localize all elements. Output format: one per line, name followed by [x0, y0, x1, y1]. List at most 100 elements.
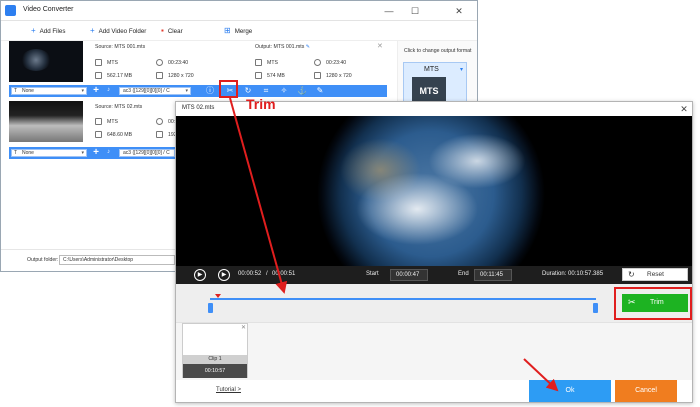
playhead-marker[interactable]: [214, 294, 221, 298]
edit-icon[interactable]: ✎: [314, 85, 326, 97]
format-label: MTS: [424, 66, 439, 73]
subtitle-dropdown[interactable]: T None ▾: [11, 87, 87, 95]
thumbnail-image: [21, 49, 51, 71]
watermark-icon[interactable]: ⚓: [296, 85, 308, 97]
output-format: MTS: [255, 59, 278, 66]
source-format-value: MTS: [107, 118, 118, 125]
output-size-value: 574 MB: [267, 72, 285, 79]
merge-icon: ⊞: [224, 26, 231, 36]
main-toolbar: + Add Files + Add Video Folder ▪ Clear ⊞ Mer…: [1, 22, 477, 41]
clip-name: Clip 1: [183, 355, 247, 364]
output-folder-label: Output folder:: [27, 257, 59, 263]
reset-button[interactable]: ↻ Reset: [622, 268, 688, 281]
annotation-trim-label: Trim: [246, 96, 276, 112]
output-size: 574 MB: [255, 72, 285, 79]
start-time-input[interactable]: 00:00:47: [390, 269, 428, 281]
reset-label: Reset: [647, 271, 664, 278]
clip-duration: 00:10:57: [183, 364, 247, 378]
subtitle-dropdown[interactable]: T None ▾: [11, 149, 87, 157]
source-duration-value: 00:23:40: [168, 59, 189, 66]
minimize-button[interactable]: —: [377, 3, 401, 19]
source-format: MTS: [95, 59, 118, 66]
file-size-icon: [95, 72, 102, 79]
close-button[interactable]: ✕: [447, 3, 471, 19]
plus-icon: +: [31, 26, 36, 36]
audio-icon: ♪: [107, 87, 110, 93]
total-time: 00:00:51: [272, 271, 296, 277]
add-video-folder-button[interactable]: + Add Video Folder: [90, 26, 146, 38]
title-bar: Video Converter — ☐ ✕: [1, 1, 477, 21]
annotation-box-scissors: [219, 80, 238, 98]
clock-icon: [156, 118, 163, 125]
resolution-icon: [156, 72, 163, 79]
file-size-icon: [255, 72, 262, 79]
output-format-value: MTS: [267, 59, 278, 66]
annotation-box-trim: [614, 287, 692, 320]
source-duration: 00:23:40: [156, 59, 188, 66]
effects-icon[interactable]: ✧: [278, 85, 290, 97]
output-folder-input[interactable]: C:\Users\Administrator\Desktop: [59, 255, 175, 265]
add-files-button[interactable]: + Add Files: [31, 26, 65, 38]
output-filename: Output: MTS 001.mts ✎: [255, 44, 310, 50]
source-format-value: MTS: [107, 59, 118, 66]
play-button[interactable]: ▶: [194, 269, 206, 281]
clip-card[interactable]: ✕ Clip 1 00:10:57: [182, 323, 248, 378]
text-icon: T: [14, 150, 18, 156]
earth-video-frame: [316, 116, 546, 266]
chevron-down-icon: ▾: [460, 67, 464, 73]
audio-icon: ♪: [107, 149, 110, 155]
end-time-input[interactable]: 00:11:45: [474, 269, 512, 281]
video-thumbnail[interactable]: [9, 101, 83, 142]
tutorial-link[interactable]: Tutorial >: [216, 387, 241, 393]
audio-track-dropdown[interactable]: ac3 ([129][0][0][0] / C ▾: [119, 87, 191, 95]
play-segment-button[interactable]: ▶: [218, 269, 230, 281]
end-label: End: [458, 271, 469, 277]
source-size: 648.60 MB: [95, 131, 132, 138]
start-label: Start: [366, 271, 379, 277]
output-resolution-value: 1280 x 720: [326, 72, 352, 79]
source-resolution-value: 1280 x 720: [168, 72, 194, 79]
start-handle[interactable]: [208, 303, 213, 313]
edit-toolbar: T None ▾ + ♪ ac3 ([129][0][0][0] / C: [9, 147, 177, 159]
clock-icon: [156, 59, 163, 66]
subtitle-value: None: [22, 88, 34, 94]
maximize-button[interactable]: ☐: [403, 3, 427, 19]
source-size: 562.17 MB: [95, 72, 132, 79]
clock-icon: [314, 59, 321, 66]
end-handle[interactable]: [593, 303, 598, 313]
remove-file-icon[interactable]: ✕: [377, 42, 383, 50]
app-logo-icon: [5, 5, 16, 16]
dialog-footer: Tutorial > Ok Cancel: [176, 380, 692, 402]
merge-button[interactable]: ⊞ Merge: [224, 26, 252, 38]
timeline-track[interactable]: [210, 298, 596, 300]
add-video-folder-label: Add Video Folder: [98, 28, 147, 35]
chevron-down-icon: ▾: [185, 88, 188, 94]
video-thumbnail[interactable]: [9, 41, 83, 82]
source-resolution: 192: [156, 131, 177, 138]
ok-button[interactable]: Ok: [529, 380, 611, 402]
reset-icon: ↻: [628, 270, 635, 279]
clear-button[interactable]: ▪ Clear: [161, 26, 183, 38]
clips-list: ✕ Clip 1 00:10:57: [176, 322, 692, 380]
edit-pencil-icon[interactable]: ✎: [306, 44, 310, 50]
duration-readout: Duration: 00:10:57.385: [542, 271, 604, 277]
time-separator: /: [266, 271, 268, 277]
file-row[interactable]: Source: MTS 001.mts MTS 00:23:40 562.17 …: [1, 41, 387, 85]
remove-clip-icon[interactable]: ✕: [241, 324, 246, 331]
source-size-value: 648.60 MB: [107, 131, 133, 138]
add-subtitle-button[interactable]: +: [91, 85, 101, 97]
format-hint: Click to change output format: [404, 48, 472, 54]
resolution-icon: [156, 131, 163, 138]
info-icon[interactable]: ⓘ: [204, 85, 216, 97]
output-resolution: 1280 x 720: [314, 72, 352, 79]
add-subtitle-button[interactable]: +: [91, 147, 101, 159]
window-title: Video Converter: [23, 6, 74, 13]
dialog-close-button[interactable]: ✕: [677, 102, 691, 116]
cancel-button[interactable]: Cancel: [615, 380, 677, 402]
film-icon: [255, 59, 262, 66]
video-preview[interactable]: [176, 116, 692, 266]
source-format: MTS: [95, 118, 118, 125]
file-size-icon: [95, 131, 102, 138]
audio-track-dropdown[interactable]: ac3 ([129][0][0][0] / C: [119, 149, 175, 157]
merge-label: Merge: [234, 28, 253, 35]
